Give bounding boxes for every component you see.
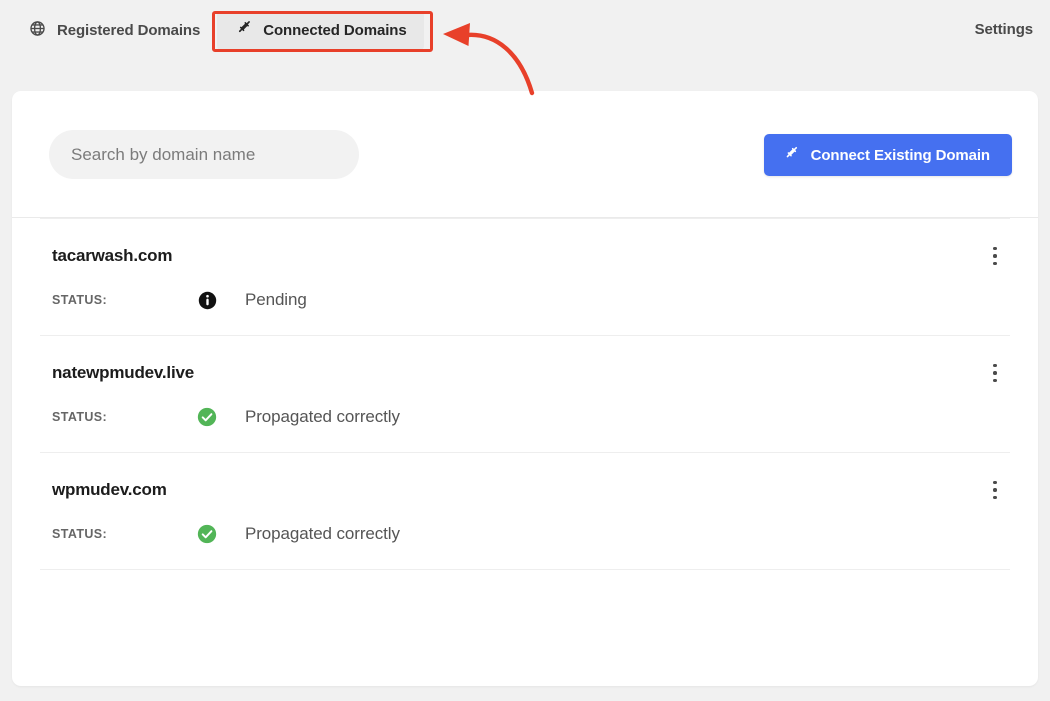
table-row: tacarwash.com STATUS: Pending xyxy=(40,219,1010,335)
list-divider xyxy=(40,569,1010,570)
check-circle-icon xyxy=(197,407,217,427)
connect-existing-domain-button[interactable]: Connect Existing Domain xyxy=(763,134,1012,176)
table-row: natewpmudev.live STATUS: Propagated corr… xyxy=(40,336,1010,452)
plug-icon xyxy=(782,145,799,165)
connect-existing-domain-label: Connect Existing Domain xyxy=(810,146,990,164)
more-vertical-icon[interactable] xyxy=(980,358,1010,388)
status-text: Pending xyxy=(245,290,307,309)
domain-status: STATUS: Pending xyxy=(52,290,1010,310)
status-text: Propagated correctly xyxy=(245,407,400,426)
status-text: Propagated correctly xyxy=(245,524,400,543)
domain-status: STATUS: Propagated correctly xyxy=(52,407,1010,427)
tab-registered-domains[interactable]: Registered Domains xyxy=(12,11,217,50)
globe-icon xyxy=(29,20,46,42)
info-circle-icon xyxy=(197,290,217,310)
tab-connected-domains-label: Connected Domains xyxy=(263,22,407,39)
more-vertical-icon[interactable] xyxy=(980,241,1010,271)
domain-name: wpmudev.com xyxy=(52,480,167,499)
connected-domains-card: Connect Existing Domain tacarwash.com ST… xyxy=(12,91,1038,686)
table-row: wpmudev.com STATUS: Propagated correctly xyxy=(40,453,1010,569)
status-label: STATUS: xyxy=(52,527,108,541)
status-label: STATUS: xyxy=(52,410,108,424)
plug-icon xyxy=(234,19,252,42)
check-circle-icon xyxy=(197,524,217,544)
domain-name: natewpmudev.live xyxy=(52,363,194,382)
settings-link[interactable]: Settings xyxy=(975,21,1033,38)
domain-status: STATUS: Propagated correctly xyxy=(52,524,1010,544)
search-input[interactable] xyxy=(49,130,359,179)
more-vertical-icon[interactable] xyxy=(980,475,1010,505)
domain-list: tacarwash.com STATUS: Pending natewpmude… xyxy=(12,218,1038,570)
tab-registered-domains-label: Registered Domains xyxy=(57,22,201,39)
card-header-toolbar: Connect Existing Domain xyxy=(12,91,1038,218)
domain-name: tacarwash.com xyxy=(52,246,173,265)
domain-tabs: Registered Domains Connected Domains xyxy=(12,11,424,50)
top-navigation-bar: Registered Domains Connected Domains Set… xyxy=(0,0,1050,91)
tab-connected-domains[interactable]: Connected Domains xyxy=(217,11,424,50)
status-label: STATUS: xyxy=(52,293,108,307)
